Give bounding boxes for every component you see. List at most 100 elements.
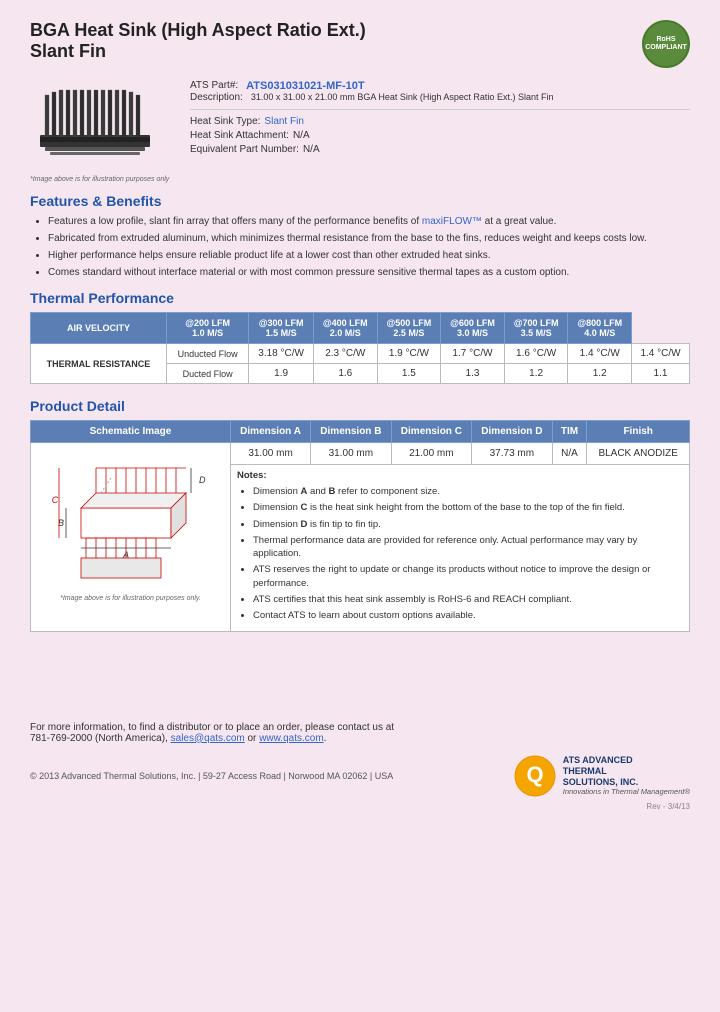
dim-a-value: 31.00 mm — [231, 443, 311, 465]
description-row: Description: 31.00 x 31.00 x 21.00 mm BG… — [190, 92, 690, 103]
features-list: Features a low profile, slant fin array … — [30, 215, 690, 280]
features-title: Features & Benefits — [30, 193, 690, 209]
dim-b-value: 31.00 mm — [311, 443, 392, 465]
thermal-table: AIR VELOCITY @200 LFM1.0 M/S @300 LFM1.5… — [30, 312, 690, 384]
tim-header: TIM — [552, 421, 587, 443]
schematic-cell: A B C D — [31, 443, 231, 632]
footer-phone: 781-769-2000 (North America), — [30, 733, 168, 744]
desc-label: Description: — [190, 92, 243, 103]
product-title-line2: Slant Fin — [30, 41, 366, 62]
dim-a-header: Dimension A — [231, 421, 311, 443]
heat-sink-type-value: Slant Fin — [264, 116, 303, 127]
svg-text:Q: Q — [526, 762, 543, 787]
svg-text:D: D — [199, 475, 206, 485]
part-number-row: ATS Part#: ATS031031021-MF-10T — [190, 80, 690, 92]
feature-item: Comes standard without interface materia… — [48, 266, 690, 280]
product-image-caption: *Image above is for illustration purpose… — [30, 176, 170, 183]
col-200lfm: @200 LFM1.0 M/S — [166, 313, 248, 344]
col-600lfm: @600 LFM3.0 M/S — [441, 313, 505, 344]
header: BGA Heat Sink (High Aspect Ratio Ext.) S… — [30, 20, 690, 68]
thermal-title: Thermal Performance — [30, 290, 690, 306]
heat-sink-type-row: Heat Sink Type: Slant Fin — [190, 116, 690, 127]
attachment-label: Heat Sink Attachment: — [190, 130, 289, 141]
ats-tagline: Innovations in Thermal Management® — [563, 787, 690, 796]
dim-b-header: Dimension B — [311, 421, 392, 443]
feature-item: Higher performance helps ensure reliable… — [48, 249, 690, 263]
col-300lfm: @300 LFM1.5 M/S — [249, 313, 314, 344]
spec-divider — [190, 109, 690, 110]
product-detail-title: Product Detail — [30, 398, 690, 414]
svg-text:C: C — [51, 495, 58, 505]
unducted-400: 1.9 °C/W — [377, 344, 441, 364]
col-400lfm: @400 LFM2.0 M/S — [313, 313, 377, 344]
ats-logo-svg: Q — [513, 754, 557, 798]
note-item: Thermal performance data are provided fo… — [253, 534, 683, 561]
attachment-row: Heat Sink Attachment: N/A — [190, 130, 690, 141]
footer-copyright: © 2013 Advanced Thermal Solutions, Inc. … — [30, 771, 393, 781]
note-item: Dimension C is the heat sink height from… — [253, 501, 683, 514]
finish-header: Finish — [587, 421, 690, 443]
dim-c-value: 21.00 mm — [391, 443, 472, 465]
note-item: ATS reserves the right to update or chan… — [253, 563, 683, 590]
footer-contact: For more information, to find a distribu… — [30, 722, 690, 744]
ducted-600: 1.2 — [504, 364, 568, 384]
maxiflow-link: maxiFLOW™ — [422, 216, 482, 227]
finish-value: BLACK ANODIZE — [587, 443, 690, 465]
schematic-header: Schematic Image — [31, 421, 231, 443]
dim-c-header: Dimension C — [391, 421, 472, 443]
ducted-500: 1.3 — [441, 364, 505, 384]
detail-table: Schematic Image Dimension A Dimension B … — [30, 420, 690, 632]
thermal-resistance-label: THERMAL RESISTANCE — [31, 344, 167, 384]
unducted-700: 1.4 °C/W — [568, 344, 632, 364]
product-specs: ATS Part#: ATS031031021-MF-10T Descripti… — [190, 80, 690, 183]
note-item: Contact ATS to learn about custom option… — [253, 609, 683, 622]
col-800lfm: @800 LFM4.0 M/S — [568, 313, 632, 344]
col-700lfm: @700 LFM3.5 M/S — [504, 313, 568, 344]
unducted-300: 2.3 °C/W — [313, 344, 377, 364]
unducted-500: 1.7 °C/W — [441, 344, 505, 364]
footer-copyright-block: © 2013 Advanced Thermal Solutions, Inc. … — [30, 770, 393, 782]
footer-bottom: © 2013 Advanced Thermal Solutions, Inc. … — [30, 754, 690, 798]
col-500lfm: @500 LFM2.5 M/S — [377, 313, 441, 344]
heat-sink-type-label: Heat Sink Type: — [190, 116, 260, 127]
note-item: ATS certifies that this heat sink assemb… — [253, 593, 683, 606]
note-item: Dimension D is fin tip to fin tip. — [253, 518, 683, 531]
ducted-700: 1.2 — [568, 364, 632, 384]
feature-item: Features a low profile, slant fin array … — [48, 215, 690, 229]
part-label: ATS Part#: — [190, 80, 238, 92]
unducted-flow-label: Unducted Flow — [166, 344, 248, 364]
page: BGA Heat Sink (High Aspect Ratio Ext.) S… — [0, 0, 720, 831]
schematic-caption: *Image above is for illustration purpose… — [37, 595, 224, 602]
notes-title: Notes: — [237, 470, 683, 481]
rev-text: Rev - 3/4/13 — [30, 802, 690, 811]
product-image-section: *Image above is for illustration purpose… — [30, 80, 170, 183]
part-number: ATS031031021-MF-10T — [246, 80, 364, 92]
rohs-text: RoHSCOMPLIANT — [645, 36, 687, 51]
notes-cell: Notes: Dimension A and B refer to compon… — [231, 465, 690, 632]
ducted-300: 1.6 — [313, 364, 377, 384]
schematic-svg: A B C D — [51, 448, 211, 588]
title-block: BGA Heat Sink (High Aspect Ratio Ext.) S… — [30, 20, 366, 62]
footer: For more information, to find a distribu… — [30, 702, 690, 811]
ducted-flow-label: Ducted Flow — [166, 364, 248, 384]
product-title-line1: BGA Heat Sink (High Aspect Ratio Ext.) — [30, 20, 366, 41]
footer-website[interactable]: www.qats.com — [259, 733, 323, 744]
spec-details: Heat Sink Type: Slant Fin Heat Sink Atta… — [190, 116, 690, 155]
unducted-200: 3.18 °C/W — [249, 344, 314, 364]
rohs-badge: RoHSCOMPLIANT — [642, 20, 690, 68]
unducted-600: 1.6 °C/W — [504, 344, 568, 364]
product-image — [30, 80, 160, 170]
footer-email[interactable]: sales@qats.com — [171, 733, 245, 744]
attachment-value: N/A — [293, 130, 310, 141]
ducted-800: 1.1 — [632, 364, 690, 384]
tim-value: N/A — [552, 443, 587, 465]
description-value: 31.00 x 31.00 x 21.00 mm BGA Heat Sink (… — [251, 92, 554, 103]
note-item: Dimension A and B refer to component siz… — [253, 485, 683, 498]
ducted-200: 1.9 — [249, 364, 314, 384]
dim-d-header: Dimension D — [472, 421, 553, 443]
dim-d-value: 37.73 mm — [472, 443, 553, 465]
ats-name: ATS ADVANCEDTHERMALSOLUTIONS, INC. — [563, 755, 690, 787]
unducted-800: 1.4 °C/W — [632, 344, 690, 364]
feature-item: Fabricated from extruded aluminum, which… — [48, 232, 690, 246]
equivalent-part-label: Equivalent Part Number: — [190, 144, 299, 155]
